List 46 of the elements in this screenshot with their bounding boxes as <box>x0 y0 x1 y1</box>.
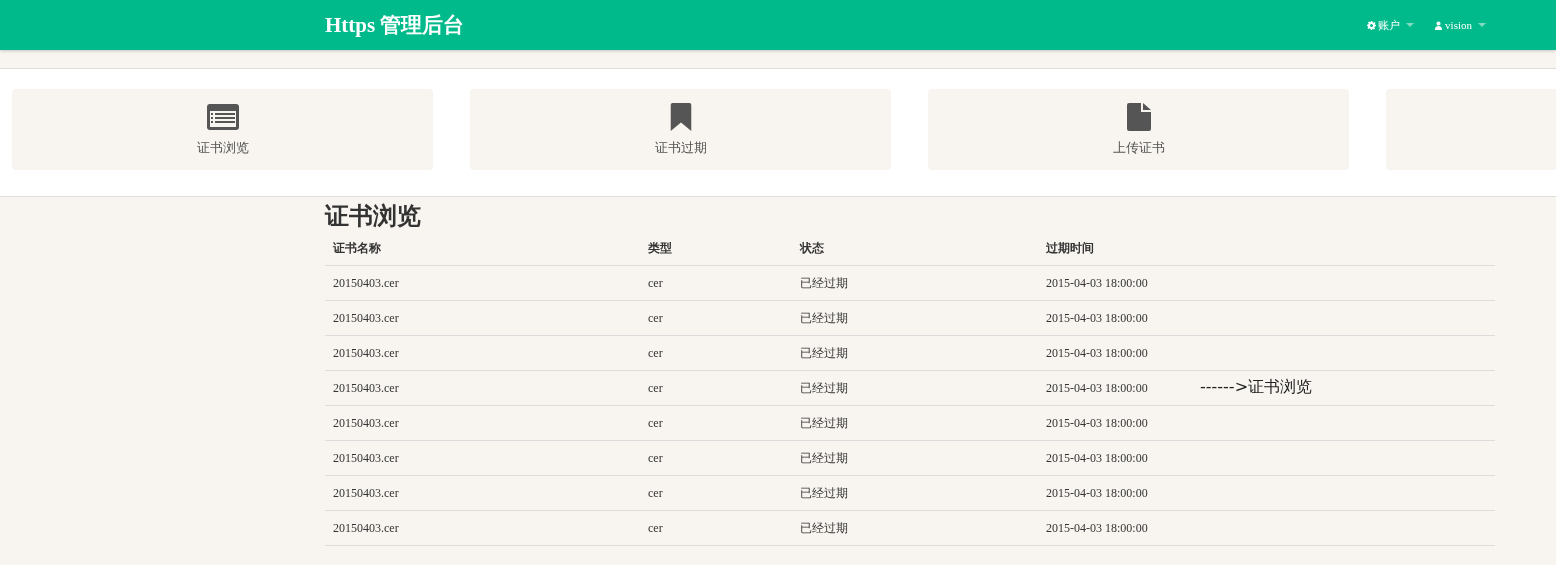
table-cell: 已经过期 <box>792 440 1038 476</box>
table-cell: 20150403.cer <box>325 335 640 371</box>
table-cell: 20150403.cer <box>325 300 640 336</box>
table-cell: 2015-04-03 18:00:00 <box>1038 475 1495 511</box>
column-header: 类型 <box>640 231 792 266</box>
table-cell: 已经过期 <box>792 335 1038 371</box>
table-cell: 2015-04-03 18:00:00 <box>1038 300 1495 336</box>
column-header: 过期时间 <box>1038 231 1495 266</box>
nav-card[interactable]: 上传证书 <box>928 89 1349 170</box>
table-cell: 2015-04-03 18:00:00 <box>1038 265 1495 301</box>
table-cell: 已经过期 <box>792 300 1038 336</box>
table-cell: cer <box>640 300 792 336</box>
brand-title: Https 管理后台 <box>325 12 465 39</box>
table-cell: cer <box>640 405 792 441</box>
table-cell: cer <box>640 265 792 301</box>
column-header: 证书名称 <box>325 231 640 266</box>
table-cell: 20150403.cer <box>325 370 640 406</box>
table-cell: cer <box>640 335 792 371</box>
gear-icon <box>1367 20 1377 30</box>
caret-icon <box>1406 23 1415 27</box>
table-cell: cer <box>640 475 792 511</box>
table-cell: 20150403.cer <box>325 265 640 301</box>
list-icon <box>206 102 239 131</box>
table-cell: cer <box>640 440 792 476</box>
column-header: 状态 <box>792 231 1038 266</box>
table-cell: 已经过期 <box>792 370 1038 406</box>
table-cell: 20150403.cer <box>325 510 640 546</box>
table-cell: 已经过期 <box>792 475 1038 511</box>
table-cell: 2015-04-03 18:00:00 <box>1038 510 1495 546</box>
table-cell: 已经过期 <box>792 405 1038 441</box>
table-cell: 2015-04-03 18:00:00 <box>1038 405 1495 441</box>
page-title: 证书浏览 <box>325 201 422 231</box>
table-cell: cer <box>640 510 792 546</box>
table-cell: 2015-04-03 18:00:00 <box>1038 335 1495 371</box>
user-icon <box>1434 20 1444 30</box>
table-cell: 20150403.cer <box>325 405 640 441</box>
annotation-text: ------>证书浏览 <box>1200 377 1313 398</box>
nav-card[interactable]: 证书过期 <box>470 89 891 170</box>
table-cell: 2015-04-03 18:00:00 <box>1038 440 1495 476</box>
table-cell: 20150403.cer <box>325 440 640 476</box>
caret-icon <box>1478 23 1486 27</box>
table-cell: 20150403.cer <box>325 475 640 511</box>
nav-card[interactable]: 证书浏览 <box>12 89 433 170</box>
table-cell: 已经过期 <box>792 510 1038 546</box>
table-cell: 已经过期 <box>792 265 1038 301</box>
table-cell: cer <box>640 370 792 406</box>
